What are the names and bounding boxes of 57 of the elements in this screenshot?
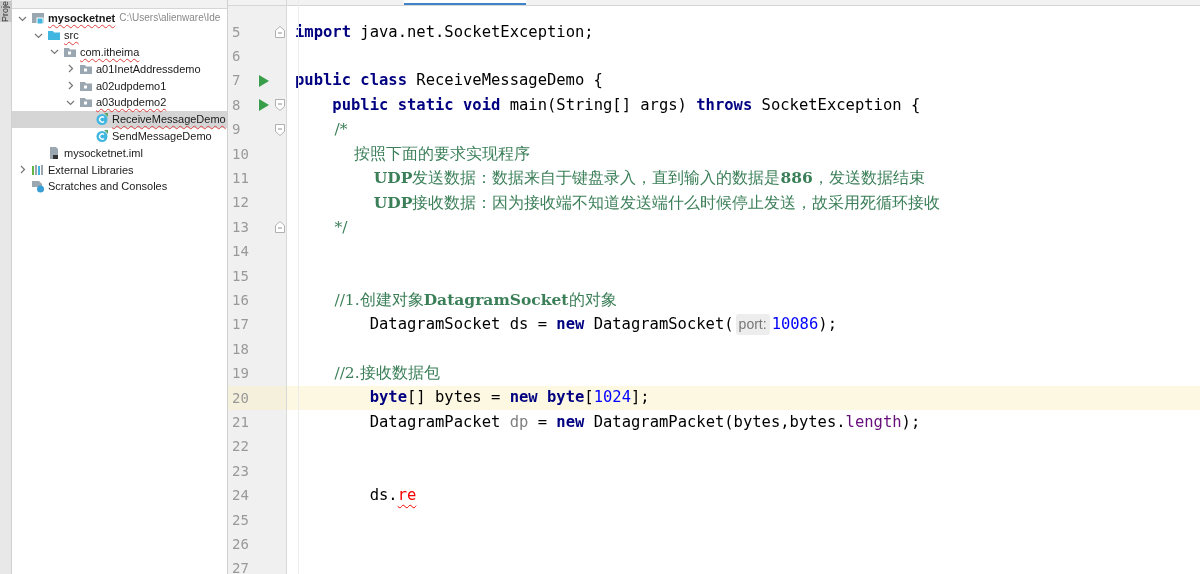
line-number: 20 <box>231 388 250 408</box>
line-number: 15 <box>231 266 250 286</box>
fold-marker-icon[interactable] <box>275 26 285 39</box>
folder-icon <box>63 45 77 59</box>
code-line: /* <box>333 119 348 141</box>
folder-icon <box>47 28 61 43</box>
tool-window-tab[interactable]: Proje <box>0 1 12 22</box>
code-line: DatagramPacket dp = new DatagramPacket(bytes,bytes.length); <box>368 411 921 433</box>
code-line: UDP发送数据：数据来自于键盘录入，直到输入的数据是886，发送数据结束 <box>372 167 925 190</box>
libraries-icon <box>31 162 45 177</box>
line-number: 16 <box>231 291 250 310</box>
line-number: 13 <box>231 217 250 237</box>
fold-marker-icon[interactable] <box>275 99 285 112</box>
code-line: //2.接收数据包 <box>333 363 440 385</box>
tree-item[interactable]: ReceiveMessageDemo <box>12 110 227 128</box>
class-icon <box>95 112 109 127</box>
code-line: public static void main(String[] args) throws SocketException { <box>331 94 921 116</box>
code-line: import java.net.SocketException; <box>294 21 594 43</box>
line-number: 23 <box>231 461 250 481</box>
code-line: DatagramSocket ds = new DatagramSocket( port: 10086); <box>368 313 837 337</box>
line-number: 17 <box>231 315 250 335</box>
line-number: 26 <box>231 534 250 554</box>
line-number: 12 <box>231 193 250 213</box>
line-number: 9 <box>231 120 242 140</box>
line-number: 14 <box>231 242 250 262</box>
fold-marker-icon[interactable] <box>275 221 285 234</box>
code-line: 按照下面的要求实现程序 <box>353 143 531 165</box>
line-number: 6 <box>231 47 242 67</box>
fold-marker-icon[interactable] <box>275 123 285 136</box>
run-icon[interactable] <box>258 99 269 112</box>
class-icon <box>95 128 109 143</box>
chevron-down-icon[interactable] <box>49 47 59 57</box>
code-line: public class ReceiveMessageDemo { <box>294 70 603 92</box>
folder-icon <box>79 95 93 110</box>
line-number: 8 <box>231 95 242 115</box>
line-number: 18 <box>231 339 250 359</box>
scratches-icon <box>31 179 45 194</box>
editor-tab[interactable] <box>404 0 526 5</box>
code-line: ds.re <box>368 485 417 506</box>
line-number: 21 <box>231 412 250 432</box>
line-number: 11 <box>231 169 250 189</box>
path-text: C:\Users\alienware\Ide <box>119 11 221 26</box>
line-number: 27 <box>231 559 250 574</box>
line-number: 19 <box>231 364 250 384</box>
code-line: */ <box>333 216 348 238</box>
line-number: 5 <box>231 22 242 42</box>
module-folder-icon <box>31 11 45 26</box>
file-icon <box>47 145 61 160</box>
line-number: 25 <box>231 510 250 530</box>
line-number: 22 <box>231 437 250 457</box>
line-number: 7 <box>231 71 242 91</box>
code-line: //1.创建对象DatagramSocket的对象 <box>333 289 617 312</box>
line-number: 24 <box>231 486 250 506</box>
line-number: 10 <box>231 144 250 164</box>
code-line: UDP接收数据：因为接收端不知道发送端什么时候停止发送，故采用死循环接收 <box>372 191 941 214</box>
run-icon[interactable] <box>258 74 269 87</box>
code-line: byte[] bytes = new byte[1024]; <box>368 387 650 409</box>
